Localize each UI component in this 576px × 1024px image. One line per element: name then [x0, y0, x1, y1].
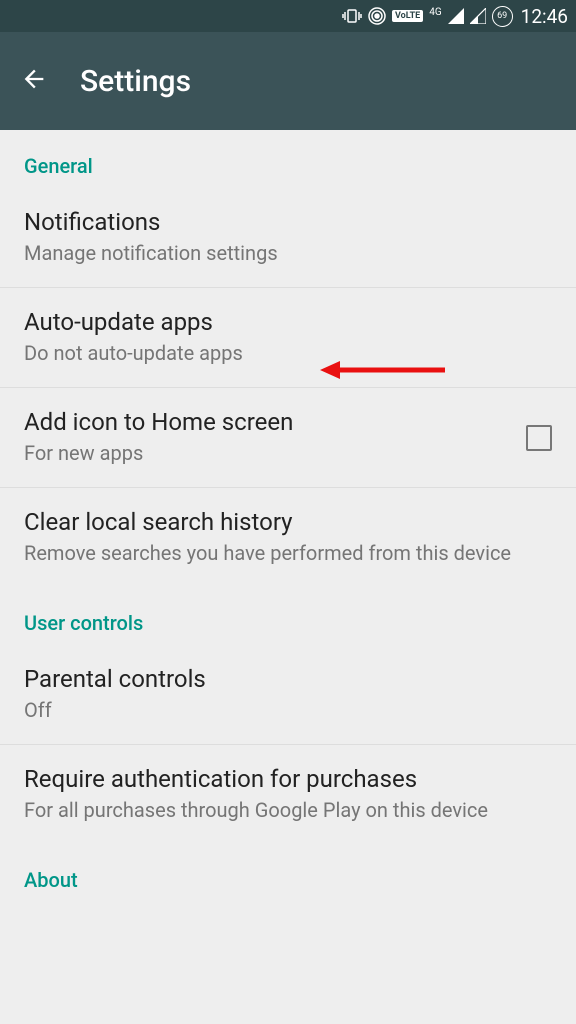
setting-subtitle: Manage notification settings [24, 240, 552, 267]
setting-title: Notifications [24, 208, 552, 236]
status-bar: VoLTE 4G R 69 12:46 [0, 0, 576, 32]
svg-text:R: R [481, 18, 485, 24]
page-title: Settings [80, 64, 191, 99]
setting-subtitle: Do not auto-update apps [24, 340, 552, 367]
signal-icon [448, 8, 464, 24]
setting-title: Parental controls [24, 665, 552, 693]
back-arrow-icon[interactable] [20, 65, 48, 97]
volte-badge: VoLTE [392, 10, 423, 22]
setting-subtitle: Off [24, 697, 552, 724]
setting-subtitle: Remove searches you have performed from … [24, 540, 552, 567]
hotspot-icon [368, 7, 386, 25]
setting-auto-update[interactable]: Auto-update apps Do not auto-update apps [0, 288, 576, 388]
setting-title: Add icon to Home screen [24, 408, 510, 436]
setting-subtitle: For all purchases through Google Play on… [24, 797, 552, 824]
setting-require-auth[interactable]: Require authentication for purchases For… [0, 745, 576, 844]
section-header-user-controls: User controls [0, 587, 576, 645]
settings-content: General Notifications Manage notificatio… [0, 130, 576, 902]
checkbox-add-icon[interactable] [526, 425, 552, 451]
setting-title: Auto-update apps [24, 308, 552, 336]
setting-subtitle: For new apps [24, 440, 510, 467]
setting-notifications[interactable]: Notifications Manage notification settin… [0, 188, 576, 288]
section-header-about: About [0, 844, 576, 902]
section-header-general: General [0, 130, 576, 188]
setting-clear-history[interactable]: Clear local search history Remove search… [0, 488, 576, 587]
vibrate-icon [342, 8, 362, 24]
clock: 12:46 [521, 5, 568, 28]
setting-title: Clear local search history [24, 508, 552, 536]
signal-icon-2: R [470, 8, 486, 24]
app-bar: Settings [0, 32, 576, 130]
setting-title: Require authentication for purchases [24, 765, 552, 793]
battery-icon: 69 [492, 6, 513, 27]
setting-add-icon[interactable]: Add icon to Home screen For new apps [0, 388, 576, 488]
network-label: 4G [429, 10, 441, 23]
setting-parental-controls[interactable]: Parental controls Off [0, 645, 576, 745]
